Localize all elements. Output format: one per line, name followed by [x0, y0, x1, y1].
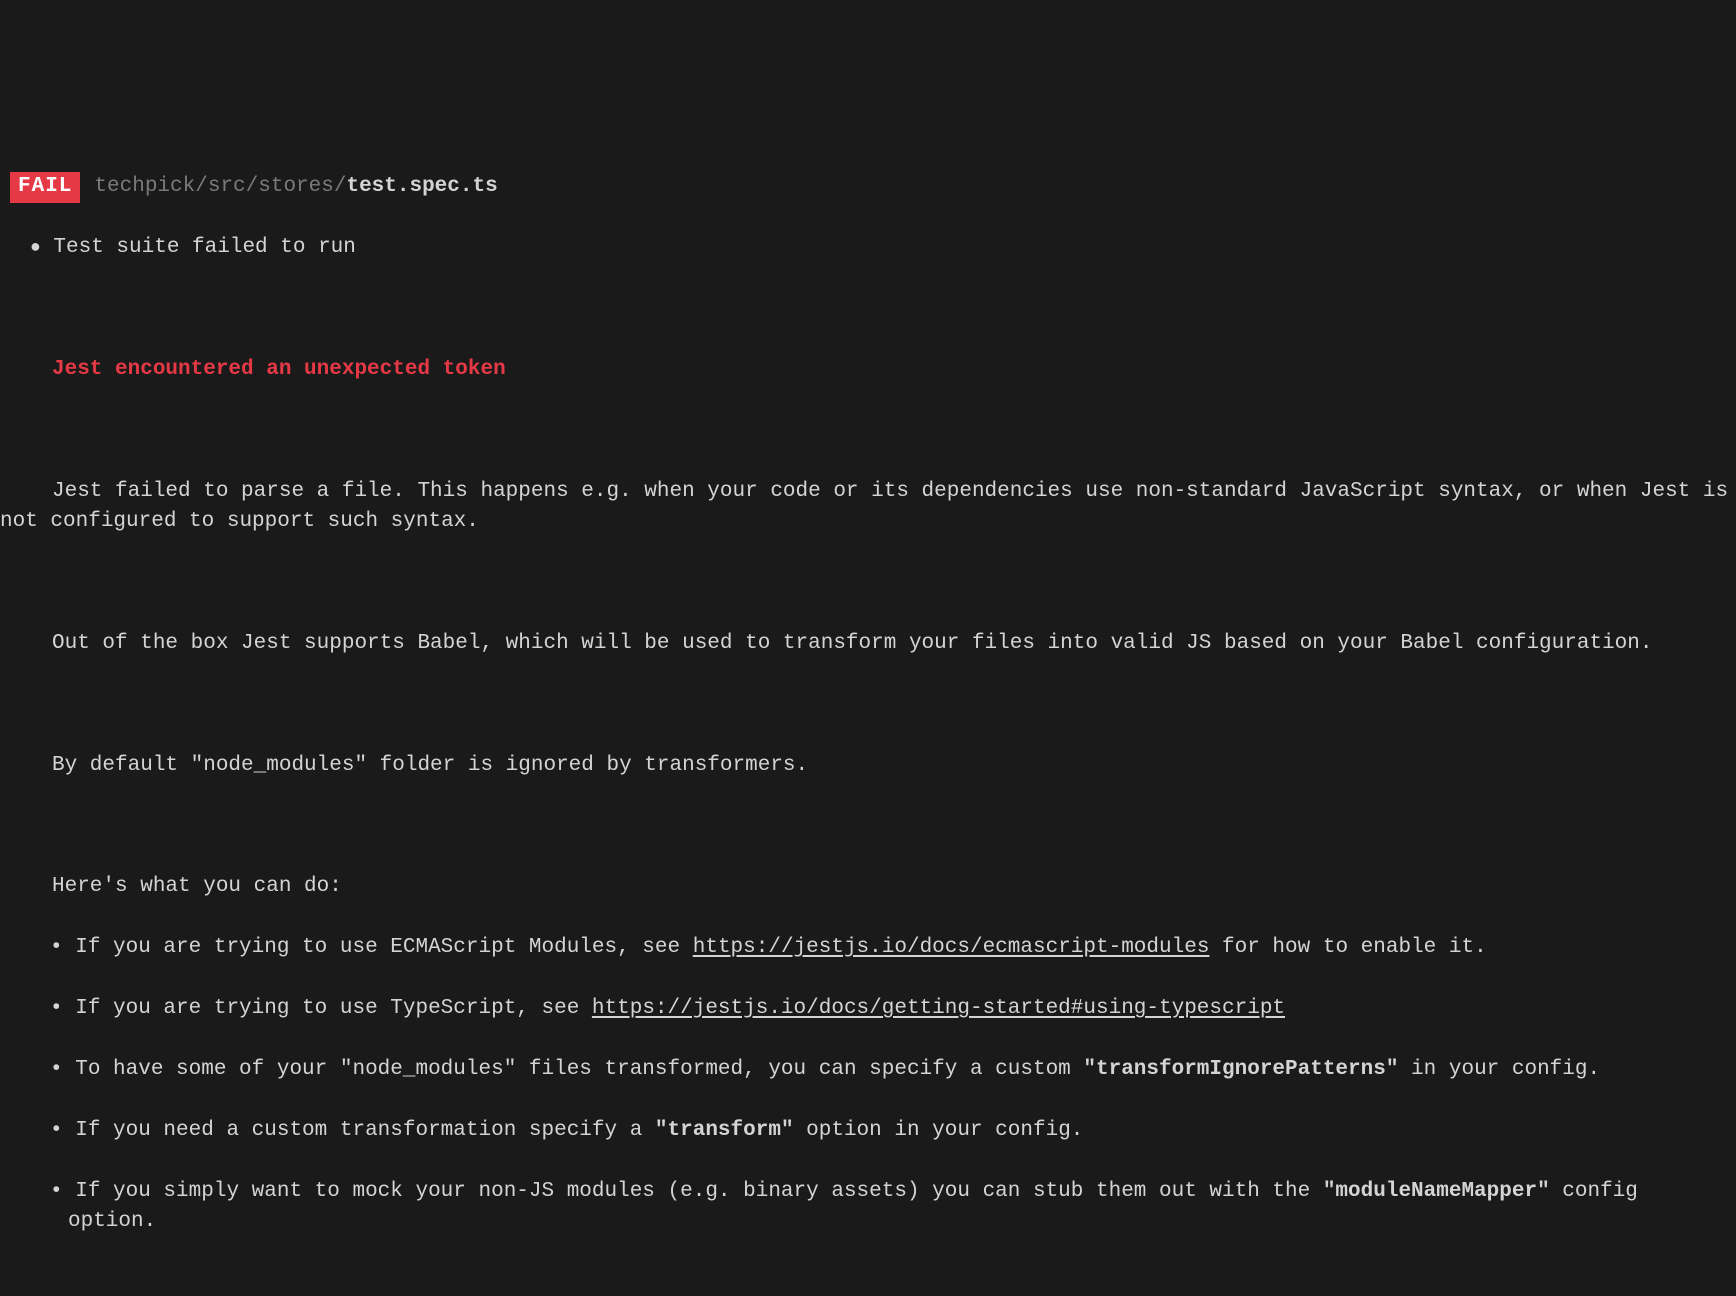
error-para-3: By default "node_modules" folder is igno… [0, 751, 1736, 781]
ecmascript-modules-link[interactable]: https://jestjs.io/docs/ecmascript-module… [693, 936, 1210, 959]
suite-failed-text: Test suite failed to run [53, 236, 355, 259]
bullet-icon: • [50, 997, 63, 1020]
test-header: FAIL techpick/src/stores/test.spec.ts [0, 172, 1736, 202]
bullet-icon: • [50, 936, 63, 959]
options-intro: Here's what you can do: [0, 872, 1736, 902]
option-bullet-2: • If you are trying to use TypeScript, s… [0, 994, 1736, 1024]
option-bullet-4: • If you need a custom transformation sp… [0, 1116, 1736, 1146]
error-title: Jest encountered an unexpected token [52, 358, 506, 381]
error-para-2: Out of the box Jest supports Babel, whic… [0, 629, 1736, 659]
error-para-1: Jest failed to parse a file. This happen… [0, 477, 1736, 538]
fail-badge: FAIL [10, 172, 80, 202]
test-file-path: techpick/src/stores/test.spec.ts [94, 172, 497, 202]
transform-ignore-patterns: "transformIgnorePatterns" [1083, 1058, 1398, 1081]
transform-option: "transform" [655, 1119, 794, 1142]
typescript-link[interactable]: https://jestjs.io/docs/getting-started#u… [592, 997, 1285, 1020]
suite-failed-line: ● Test suite failed to run [0, 233, 1736, 263]
option-bullet-1: • If you are trying to use ECMAScript Mo… [0, 933, 1736, 963]
option-bullet-5: • If you simply want to mock your non-JS… [0, 1177, 1736, 1238]
bullet-icon: • [50, 1180, 63, 1203]
bullet-icon: • [50, 1119, 63, 1142]
module-name-mapper: "moduleNameMapper" [1323, 1180, 1550, 1203]
error-title-line: Jest encountered an unexpected token [0, 355, 1736, 385]
terminal-output: FAIL techpick/src/stores/test.spec.ts ● T… [0, 142, 1736, 1268]
option-bullet-3: • To have some of your "node_modules" fi… [0, 1055, 1736, 1085]
bullet-icon: • [50, 1058, 63, 1081]
bullet-icon: ● [30, 238, 41, 258]
